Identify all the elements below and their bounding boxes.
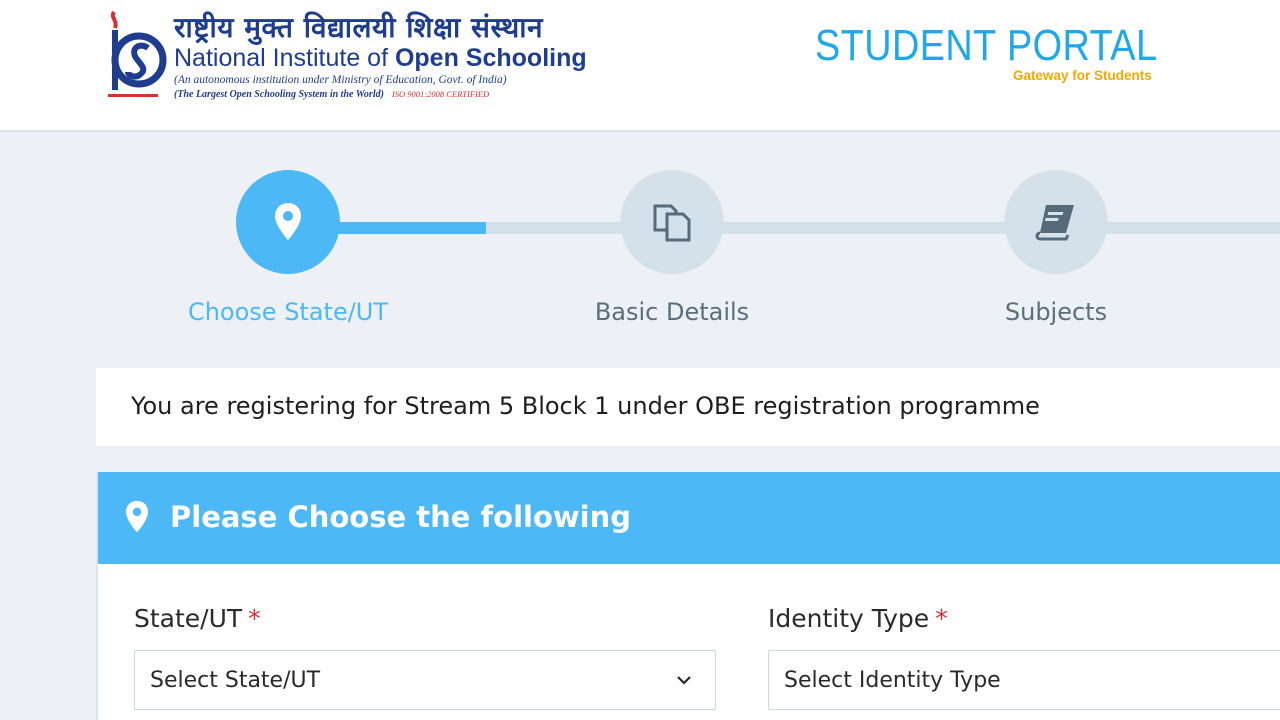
choose-state-card: Please Choose the following State/UT * Se… [96, 472, 1280, 720]
location-pin-icon [275, 203, 301, 240]
portal-subtitle: Gateway for Students [1013, 68, 1152, 83]
step-label-subjects[interactable]: Subjects [926, 298, 1186, 326]
card-heading: Please Choose the following [170, 500, 632, 534]
iso-certification: ISO 9001:2008 CERTIFIED [391, 89, 490, 99]
chevron-down-icon [677, 676, 691, 685]
institute-name-bold: Open Schooling [394, 44, 587, 72]
hindi-institute-name: राष्ट्रीय मुक्त विद्यालयी शिक्षा संस्थान [174, 11, 544, 44]
nios-logo[interactable] [98, 8, 168, 104]
site-header: राष्ट्रीय मुक्त विद्यालयी शिक्षा संस्थान… [0, 0, 1280, 132]
card-header: Please Choose the following [98, 472, 1280, 564]
registration-notice-text: You are registering for Stream 5 Block 1… [131, 392, 1040, 420]
step-basic-details[interactable] [620, 170, 724, 274]
documents-icon [653, 204, 691, 242]
institute-name-block: राष्ट्रीय मुक्त विद्यालयी शिक्षा संस्थान… [174, 12, 587, 102]
identity-type-select[interactable]: Select Identity Type [768, 650, 1280, 710]
state-select[interactable]: Select State/UT [134, 650, 716, 710]
registration-notice: You are registering for Stream 5 Block 1… [96, 368, 1280, 446]
state-select-value: Select State/UT [150, 668, 321, 693]
institute-tagline-secondary: (The Largest Open Schooling System in th… [174, 87, 587, 102]
location-pin-icon [125, 500, 149, 533]
state-label-text: State/UT [134, 604, 243, 633]
step-label-basic-details[interactable]: Basic Details [542, 298, 802, 326]
largest-system-text: (The Largest Open Schooling System in th… [174, 89, 384, 100]
institute-name: National Institute of Open Schooling [174, 43, 587, 73]
required-marker: * [248, 604, 261, 633]
step-choose-state[interactable] [236, 170, 340, 274]
identity-type-label: Identity Type * [768, 604, 948, 633]
portal-title: STUDENT PORTAL [815, 21, 1158, 70]
required-marker: * [935, 604, 948, 633]
step-subjects[interactable] [1004, 170, 1108, 274]
institute-tagline: (An autonomous institution under Ministr… [174, 74, 507, 86]
identity-type-label-text: Identity Type [768, 604, 930, 633]
identity-type-select-value: Select Identity Type [784, 668, 1001, 693]
state-label: State/UT * [134, 604, 261, 633]
institute-name-regular: National Institute of [174, 44, 395, 72]
step-label-choose-state[interactable]: Choose State/UT [158, 298, 418, 326]
book-icon [1035, 205, 1074, 241]
